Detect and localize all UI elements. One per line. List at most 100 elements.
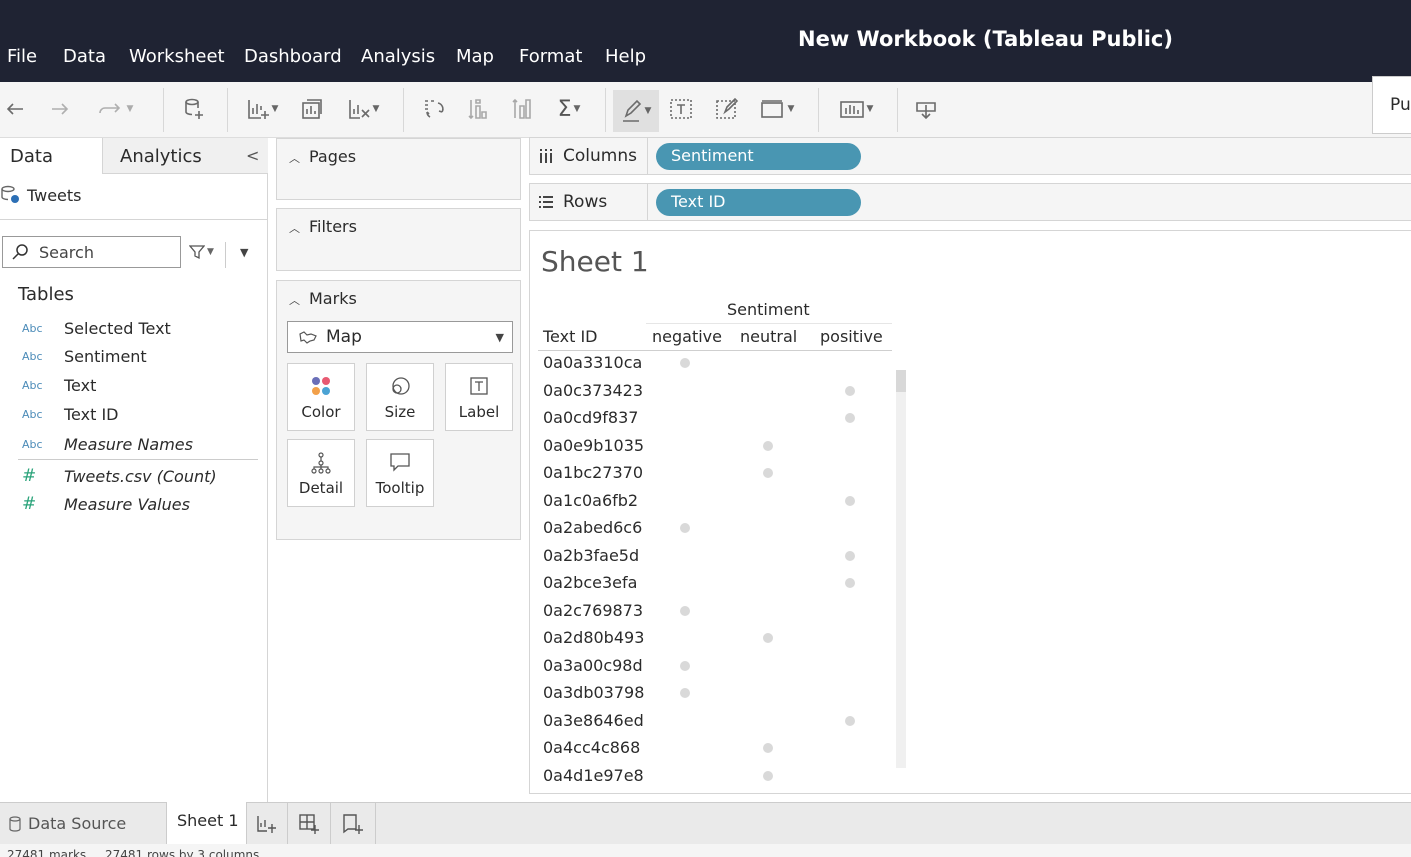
menu-file[interactable]: File xyxy=(7,46,37,67)
detail-button[interactable]: Detail xyxy=(287,439,355,507)
menu-map[interactable]: Map xyxy=(456,46,494,67)
chevron-up-icon[interactable]: ︿ xyxy=(289,222,300,235)
row-label[interactable]: 0a2d80b493 xyxy=(543,628,644,647)
clear-sheet-icon[interactable]: ▼ xyxy=(343,94,383,124)
filter-fields-button[interactable]: ▼ xyxy=(189,244,214,260)
mark-point[interactable] xyxy=(763,770,773,781)
row-label[interactable]: 0a0cd9f837 xyxy=(543,408,638,427)
size-button[interactable]: Size xyxy=(366,363,434,431)
mark-point[interactable] xyxy=(680,688,690,698)
column-header-positive[interactable]: positive xyxy=(820,327,883,346)
filters-card[interactable]: ︿ Filters xyxy=(276,208,521,271)
sort-ascending-icon[interactable] xyxy=(466,94,492,124)
mark-point[interactable] xyxy=(763,633,773,643)
sentiment-pill[interactable]: Sentiment xyxy=(656,143,861,170)
columns-shelf[interactable]: Columns Sentiment xyxy=(529,137,1411,175)
sort-descending-icon[interactable] xyxy=(510,94,536,124)
publish-button[interactable]: Pu xyxy=(1372,76,1411,134)
tab-data-source[interactable]: Data Source xyxy=(0,803,166,844)
row-label[interactable]: 0a3e8646ed xyxy=(543,711,644,730)
new-worksheet-icon[interactable]: ▼ xyxy=(244,94,280,124)
label-button[interactable]: Label xyxy=(445,363,513,431)
row-label[interactable]: 0a4d1e97e8 xyxy=(543,766,644,785)
show-mark-labels-icon[interactable] xyxy=(668,94,694,124)
tab-analytics[interactable]: Analytics xyxy=(102,138,268,174)
swap-rows-columns-icon[interactable] xyxy=(421,94,447,124)
mark-point[interactable] xyxy=(763,468,773,478)
highlight-icon[interactable]: ▼ xyxy=(613,90,659,132)
datasource-item[interactable]: Tweets xyxy=(0,184,82,206)
row-label[interactable]: 0a2b3fae5d xyxy=(543,546,639,565)
new-worksheet-tab-button[interactable] xyxy=(247,803,288,844)
row-label[interactable]: 0a3db03798 xyxy=(543,683,644,702)
tooltip-button[interactable]: Tooltip xyxy=(366,439,434,507)
row-label[interactable]: 0a4cc4c868 xyxy=(543,738,640,757)
row-label[interactable]: 0a2abed6c6 xyxy=(543,518,642,537)
show-me-icon[interactable]: ▼ xyxy=(835,94,877,124)
mark-point[interactable] xyxy=(763,440,773,451)
mark-point[interactable] xyxy=(845,413,855,423)
rows-shelf[interactable]: Rows Text ID xyxy=(529,183,1411,221)
menu-format[interactable]: Format xyxy=(519,46,582,67)
pages-card[interactable]: ︿ Pages xyxy=(276,138,521,200)
row-label[interactable]: 0a2bce3efa xyxy=(543,573,637,592)
field-sentiment[interactable]: Abc Sentiment xyxy=(0,344,147,368)
mark-point[interactable] xyxy=(845,550,855,561)
menu-help[interactable]: Help xyxy=(605,46,646,67)
row-label[interactable]: 0a3a00c98d xyxy=(543,656,643,675)
mark-point[interactable] xyxy=(680,605,690,616)
field-text[interactable]: Abc Text xyxy=(0,373,96,397)
mark-point[interactable] xyxy=(763,743,773,753)
mark-point[interactable] xyxy=(845,715,855,726)
text-id-pill[interactable]: Text ID xyxy=(656,189,861,216)
pane-menu-icon[interactable]: ▼ xyxy=(240,246,248,259)
download-icon[interactable] xyxy=(913,94,939,124)
tab-data[interactable]: Data xyxy=(0,138,102,174)
mark-point[interactable] xyxy=(680,358,690,368)
field-text-id[interactable]: Abc Text ID xyxy=(0,402,118,426)
redo-icon[interactable] xyxy=(49,94,71,124)
scrollbar[interactable] xyxy=(896,370,906,768)
fit-icon[interactable]: ▼ xyxy=(756,94,798,124)
row-label[interactable]: 0a0e9b1035 xyxy=(543,436,644,455)
row-label[interactable]: 0a0a3310ca xyxy=(543,353,642,372)
menu-data[interactable]: Data xyxy=(63,46,106,67)
row-label[interactable]: 0a2c769873 xyxy=(543,601,643,620)
mark-point[interactable] xyxy=(845,495,855,506)
duplicate-sheet-icon[interactable] xyxy=(299,94,325,124)
mark-point[interactable] xyxy=(680,660,690,671)
mark-type-select[interactable]: Map ▼ xyxy=(287,321,513,353)
chevron-up-icon[interactable]: ︿ xyxy=(289,294,300,307)
field-measure-names[interactable]: Abc Measure Names xyxy=(0,432,193,456)
undo-icon[interactable] xyxy=(4,94,26,124)
row-label[interactable]: 0a0c373423 xyxy=(543,381,643,400)
scrollbar-thumb[interactable] xyxy=(896,370,906,392)
color-button[interactable]: Color xyxy=(287,363,355,431)
column-header-negative[interactable]: negative xyxy=(652,327,722,346)
field-selected-text[interactable]: Abc Selected Text xyxy=(0,316,171,340)
search-input[interactable]: Search xyxy=(2,236,181,268)
totals-icon[interactable]: Σ ▼ xyxy=(553,94,585,124)
format-workbook-icon[interactable] xyxy=(714,94,740,124)
menu-dashboard[interactable]: Dashboard xyxy=(244,46,342,67)
field-tweets-count[interactable]: # Tweets.csv (Count) xyxy=(0,464,217,488)
menu-analysis[interactable]: Analysis xyxy=(361,46,435,67)
menu-worksheet[interactable]: Worksheet xyxy=(129,46,225,67)
mark-point[interactable] xyxy=(680,523,690,533)
tab-sheet-1[interactable]: Sheet 1 xyxy=(166,802,247,844)
row-field-header[interactable]: Text ID xyxy=(543,327,597,346)
new-story-tab-button[interactable] xyxy=(331,803,376,844)
sheet-view[interactable]: Sheet 1 Sentiment Text ID negative neutr… xyxy=(529,230,1411,794)
column-header-neutral[interactable]: neutral xyxy=(740,327,797,346)
mark-point[interactable] xyxy=(845,385,855,396)
database-icon xyxy=(9,815,21,832)
row-label[interactable]: 0a1bc27370 xyxy=(543,463,643,482)
collapse-pane-icon[interactable]: < xyxy=(246,146,259,165)
chevron-up-icon[interactable]: ︿ xyxy=(289,152,300,165)
field-measure-values[interactable]: # Measure Values xyxy=(0,492,190,516)
row-label[interactable]: 0a1c0a6fb2 xyxy=(543,491,638,510)
mark-point[interactable] xyxy=(845,578,855,588)
new-dashboard-tab-button[interactable] xyxy=(288,803,331,844)
replay-icon[interactable]: ▼ xyxy=(89,94,141,124)
new-data-source-icon[interactable] xyxy=(181,94,207,124)
